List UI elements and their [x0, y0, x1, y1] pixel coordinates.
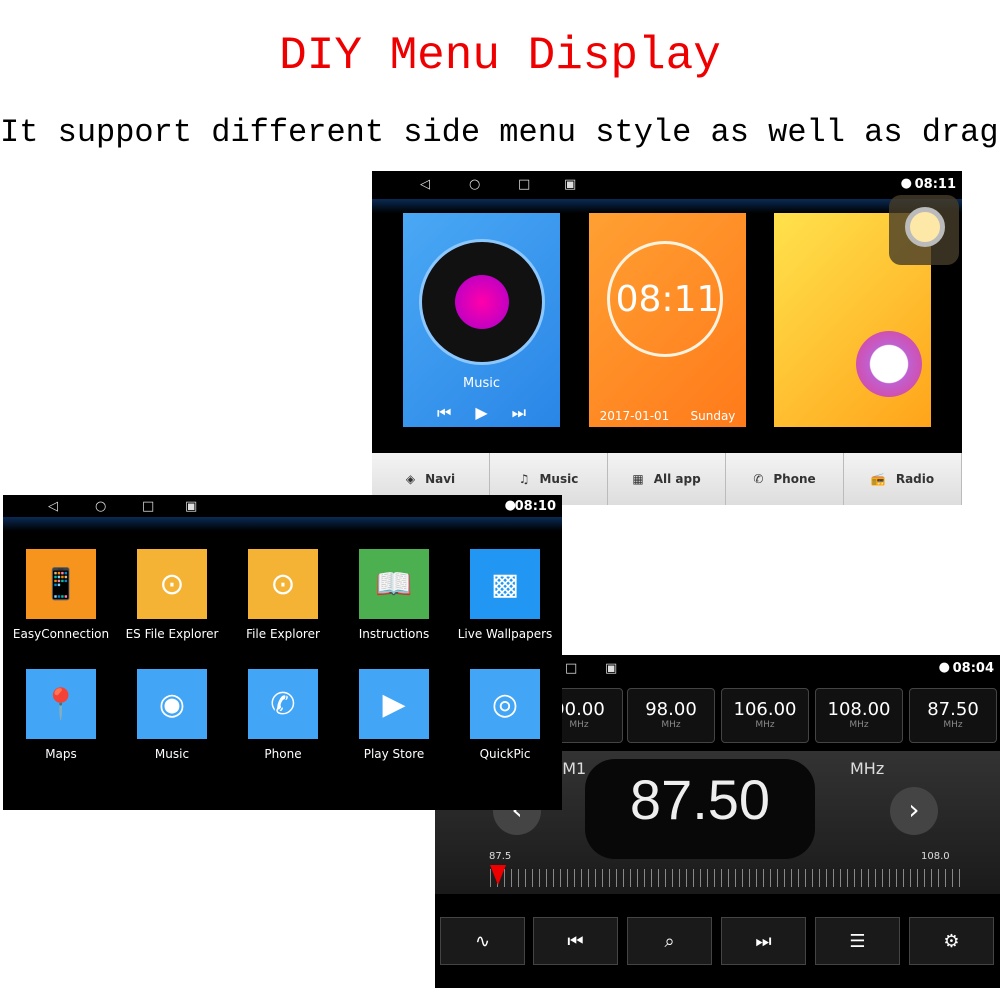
app-label: Phone	[264, 747, 302, 761]
back-icon[interactable]: ◁	[48, 499, 58, 514]
radio-icon: 📻	[870, 472, 886, 486]
seek-forward-icon: ⏭	[755, 930, 772, 952]
status-bar: ◁ ○ □ ▣ ● 08:10	[3, 495, 562, 517]
previous-icon[interactable]: ⏮	[437, 403, 451, 423]
location-icon: ●	[900, 176, 912, 191]
preset-4[interactable]: 108.00 MHz	[815, 688, 903, 743]
next-icon[interactable]: ⏭	[512, 403, 526, 423]
app-label: Instructions	[358, 627, 430, 641]
app-drawer-screen: ◁ ○ □ ▣ ● 08:10 📱 EasyConnection ⊙ ES File …	[3, 495, 562, 810]
day: Sunday	[690, 409, 736, 423]
search-icon: ⌕	[664, 930, 675, 952]
wallpaper-icon: ▩	[470, 549, 540, 619]
status-bar: ◁ ○ □ ▣ ● 08:11	[372, 171, 962, 199]
heading: DIY Menu Display	[279, 30, 721, 82]
book-icon: 📖	[359, 549, 429, 619]
screenshot-icon[interactable]: ▣	[564, 177, 576, 192]
app-music[interactable]: ◉ Music	[122, 669, 222, 761]
app-quickpic[interactable]: ◎ QuickPic	[455, 669, 555, 761]
home-screen: ◁ ○ □ ▣ ● 08:11 Music ⏮ ▶ ⏭ 08:11 2017-01-…	[372, 171, 962, 505]
dock-all-app[interactable]: ▦ All app	[608, 453, 726, 505]
radio-knob-icon	[856, 331, 922, 397]
min-frequency: 87.5	[489, 851, 512, 862]
clock: 08:11	[914, 177, 956, 192]
dock-radio[interactable]: 📻 Radio	[844, 453, 962, 505]
phone-usb-icon: 📱	[26, 549, 96, 619]
equalizer-button[interactable]: ☰	[815, 917, 900, 965]
play-store-icon: ▶	[359, 669, 429, 739]
quickpic-icon: ◎	[470, 669, 540, 739]
app-live-wallpapers[interactable]: ▩ Live Wallpapers	[455, 549, 555, 641]
waveform-icon: ∿	[474, 930, 491, 952]
play-icon[interactable]: ▶	[475, 403, 487, 423]
location-icon: ●	[938, 660, 950, 675]
vinyl-icon	[419, 239, 545, 365]
recents-icon[interactable]: □	[142, 499, 154, 514]
floating-assistive-button[interactable]	[889, 195, 959, 265]
grid-icon: ▦	[632, 472, 644, 486]
phone-icon: ✆	[753, 472, 764, 486]
back-icon[interactable]: ◁	[420, 177, 430, 192]
vinyl-icon: ◉	[137, 669, 207, 739]
date: 2017-01-01	[599, 409, 670, 423]
dock-phone[interactable]: ✆ Phone	[726, 453, 844, 505]
app-maps[interactable]: 📍 Maps	[11, 669, 111, 761]
app-phone[interactable]: ✆ Phone	[233, 669, 333, 761]
screenshot-icon[interactable]: ▣	[605, 661, 617, 676]
search-button[interactable]: ⌕	[627, 917, 712, 965]
screenshot-icon[interactable]: ▣	[185, 499, 197, 514]
maps-icon: 📍	[26, 669, 96, 739]
preset-2[interactable]: 98.00 MHz	[627, 688, 715, 743]
recents-icon[interactable]: □	[565, 661, 577, 676]
phone-icon: ✆	[248, 669, 318, 739]
navigation-icon: ◈	[405, 472, 416, 486]
home-icon[interactable]: ○	[469, 177, 480, 192]
seek-back-button[interactable]: ⏮	[533, 917, 618, 965]
tune-next-button[interactable]: ›	[890, 787, 938, 835]
app-label: Music	[154, 747, 190, 761]
frequency-display: 87.50	[629, 768, 771, 831]
seek-back-icon: ⏮	[567, 930, 584, 952]
settings-icon: ⚙	[943, 930, 960, 952]
app-label: Live Wallpapers	[457, 627, 553, 641]
recents-icon[interactable]: □	[518, 177, 530, 192]
app-label: ES File Explorer	[125, 627, 219, 641]
tuner-scale[interactable]	[490, 869, 960, 887]
app-play-store[interactable]: ▶ Play Store	[344, 669, 444, 761]
music-card[interactable]: Music ⏮ ▶ ⏭	[403, 213, 560, 427]
app-es-file-explorer[interactable]: ⊙ ES File Explorer	[122, 549, 222, 641]
subheading: It support different side menu style as …	[0, 114, 1000, 151]
tuner-pointer[interactable]	[490, 865, 506, 885]
clock-card[interactable]: 08:11 2017-01-01 Sunday	[589, 213, 746, 427]
preset-3[interactable]: 106.00 MHz	[721, 688, 809, 743]
unit-label: MHz	[850, 759, 885, 778]
app-easyconnection[interactable]: 📱 EasyConnection	[11, 549, 111, 641]
clock: 08:04	[952, 661, 994, 676]
app-label: Play Store	[363, 747, 425, 761]
music-note-icon: ♫	[518, 472, 530, 486]
clock-display: 08:11	[615, 279, 720, 320]
folder-icon: ⊙	[248, 549, 318, 619]
seek-forward-button[interactable]: ⏭	[721, 917, 806, 965]
app-label: File Explorer	[246, 627, 320, 641]
app-file-explorer[interactable]: ⊙ File Explorer	[233, 549, 333, 641]
music-label: Music	[463, 376, 500, 391]
settings-button[interactable]: ⚙	[909, 917, 994, 965]
app-label: QuickPic	[479, 747, 531, 761]
waveform-button[interactable]: ∿	[440, 917, 525, 965]
equalizer-icon: ☰	[849, 930, 866, 952]
clock: 08:10	[514, 499, 556, 514]
max-frequency: 108.0	[921, 851, 950, 862]
folder-icon: ⊙	[137, 549, 207, 619]
preset-5[interactable]: 87.50 MHz	[909, 688, 997, 743]
app-label: EasyConnection	[12, 627, 110, 641]
app-instructions[interactable]: 📖 Instructions	[344, 549, 444, 641]
app-label: Maps	[45, 747, 77, 761]
home-icon[interactable]: ○	[95, 499, 106, 514]
